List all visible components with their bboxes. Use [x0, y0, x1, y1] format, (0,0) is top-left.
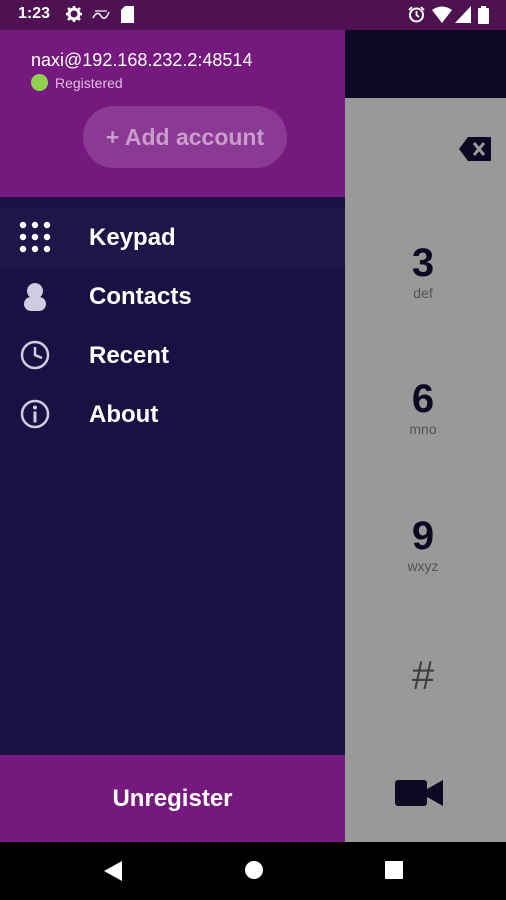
registration-status-label: Registered [55, 75, 123, 91]
menu-item-label: Recent [89, 341, 170, 369]
menu-item-label: About [89, 400, 159, 428]
menu-item-contacts[interactable]: Contacts [0, 267, 345, 326]
menu-item-about[interactable]: About [0, 385, 345, 444]
registration-status-dot [31, 74, 48, 91]
notification-icon [92, 10, 110, 19]
navigation-drawer: naxi@192.168.232.2:48514 Registered + Ad… [0, 30, 345, 842]
keypad-icon [19, 221, 51, 253]
home-icon[interactable] [244, 860, 264, 880]
back-icon[interactable] [103, 860, 123, 882]
wifi-icon [432, 6, 452, 23]
unregister-button[interactable]: Unregister [0, 755, 345, 842]
menu-item-label: Contacts [89, 282, 192, 310]
account-name: naxi@192.168.232.2:48514 [31, 50, 253, 70]
menu-item-label: Keypad [89, 223, 176, 251]
menu-item-keypad[interactable]: Keypad [0, 208, 345, 267]
drawer-menu: Keypad Contacts Recent About [0, 208, 345, 444]
drawer-header: naxi@192.168.232.2:48514 Registered + Ad… [0, 30, 345, 197]
battery-icon [478, 6, 489, 24]
system-navigation-bar [0, 842, 506, 900]
sim-card-icon [121, 6, 134, 23]
status-time: 1:23 [18, 5, 51, 22]
contacts-icon [24, 283, 46, 311]
add-account-button[interactable]: + Add account [83, 106, 287, 168]
settings-gear-icon [66, 6, 82, 22]
alarm-icon [408, 6, 425, 23]
recents-icon[interactable] [384, 860, 404, 880]
recent-clock-icon [20, 340, 50, 370]
info-icon [20, 399, 50, 429]
menu-item-recent[interactable]: Recent [0, 326, 345, 385]
cellular-signal-icon [455, 6, 471, 23]
status-bar: 1:23 [0, 0, 506, 30]
